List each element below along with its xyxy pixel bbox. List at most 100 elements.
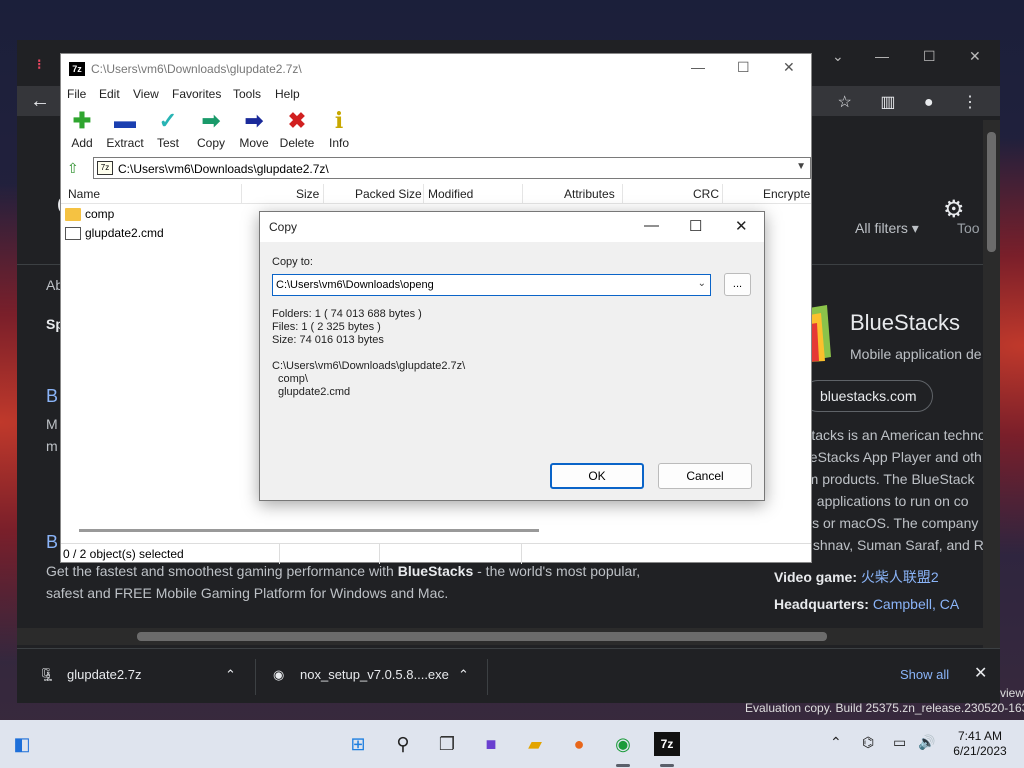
tools-button[interactable]: Too: [957, 220, 980, 236]
address-bar: ⇧ 7z C:\Users\vm6\Downloads\glupdate2.7z…: [61, 157, 811, 181]
delete-x-icon: ✖: [287, 108, 307, 133]
browser-minimize-icon[interactable]: —: [875, 48, 889, 64]
search-icon[interactable]: ⚲: [390, 732, 416, 756]
source-item: comp\: [278, 373, 308, 385]
menu-bar: File Edit View Favorites Tools Help: [61, 84, 811, 104]
list-item[interactable]: comp: [65, 207, 114, 225]
test-button[interactable]: ✓ Test: [144, 106, 192, 150]
list-item[interactable]: glupdate2.cmd: [65, 226, 164, 244]
dialog-title: Copy: [269, 220, 298, 234]
knowledge-panel-description: Stacks is an American techno ueStacks Ap…: [802, 427, 986, 553]
ok-button[interactable]: OK: [550, 463, 644, 489]
column-encrypted[interactable]: Encrypte: [763, 187, 810, 201]
cancel-button[interactable]: Cancel: [658, 463, 752, 489]
close-icon[interactable]: ✕: [783, 59, 795, 76]
chevron-up-icon[interactable]: ⌃: [225, 667, 236, 683]
folder-icon: [65, 208, 81, 222]
knowledge-panel-title: BlueStacks: [850, 310, 961, 335]
address-input[interactable]: 7z C:\Users\vm6\Downloads\glupdate2.7z\ …: [93, 157, 811, 179]
all-filters-button[interactable]: All filters ▾: [855, 220, 919, 237]
menu-edit[interactable]: Edit: [99, 87, 120, 101]
sevenzip-app-icon: 7z: [69, 62, 85, 76]
task-view-icon[interactable]: ❐: [434, 732, 460, 756]
close-shelf-icon[interactable]: ✕: [974, 663, 987, 683]
menu-favorites[interactable]: Favorites: [172, 87, 221, 101]
column-crc[interactable]: CRC: [693, 187, 719, 201]
column-size[interactable]: Size: [296, 187, 319, 201]
status-bar: 0 / 2 object(s) selected: [61, 543, 811, 564]
column-attributes[interactable]: Attributes: [564, 187, 615, 201]
source-item: glupdate2.cmd: [278, 386, 351, 398]
copy-button[interactable]: ➡ Copy: [187, 106, 235, 150]
download-item-nox[interactable]: nox_setup_v7.0.5.8....exe: [300, 667, 449, 682]
file-explorer-icon[interactable]: ▰: [522, 732, 548, 756]
column-modified[interactable]: Modified: [428, 187, 473, 201]
page-horizontal-scrollbar[interactable]: [17, 628, 983, 645]
sevenzip-taskbar-icon[interactable]: 7z: [654, 732, 680, 756]
maximize-icon[interactable]: ☐: [689, 217, 702, 235]
close-icon[interactable]: ✕: [735, 217, 748, 235]
check-icon: ✓: [158, 108, 178, 133]
browser-close-icon[interactable]: ✕: [969, 48, 981, 65]
destination-value: C:\Users\vm6\Downloads\openg: [276, 279, 434, 291]
website-chip[interactable]: bluestacks.com: [802, 380, 934, 412]
copy-dialog: Copy — ☐ ✕ Copy to: C:\Users\vm6\Downloa…: [259, 211, 765, 501]
chevron-down-icon[interactable]: ▼: [796, 161, 806, 172]
sevenzip-titlebar: 7z C:\Users\vm6\Downloads\glupdate2.7z\ …: [61, 54, 811, 84]
folders-info: Folders: 1 ( 74 013 688 bytes ): [272, 308, 422, 320]
menu-file[interactable]: File: [67, 87, 86, 101]
folder-up-icon[interactable]: ⇧: [67, 160, 79, 177]
result-link-fragment[interactable]: B: [46, 386, 58, 407]
tab-favicon-icon[interactable]: ⁝: [37, 56, 41, 73]
move-button[interactable]: ➡ Move: [230, 106, 278, 150]
add-button[interactable]: ✚ Add: [58, 106, 106, 150]
evaluation-watermark: Evaluation copy. Build 25375.zn_release.…: [745, 701, 1024, 715]
files-info: Files: 1 ( 2 325 bytes ): [272, 321, 381, 333]
chrome-icon[interactable]: ◉: [610, 732, 636, 756]
result-link-fragment[interactable]: B: [46, 532, 58, 553]
size-info: Size: 74 016 013 bytes: [272, 334, 384, 346]
extract-button[interactable]: ▬ Extract: [101, 106, 149, 150]
result-fragment: M: [46, 416, 58, 432]
file-list-scrollbar[interactable]: [79, 529, 539, 532]
tab-search-chevron-icon[interactable]: ⌄: [832, 48, 844, 65]
result-fragment: m: [46, 438, 58, 454]
fact-link[interactable]: Campbell, CA: [873, 596, 959, 612]
display-icon[interactable]: ▭: [893, 734, 906, 751]
chevron-up-icon[interactable]: ⌃: [458, 667, 469, 683]
copy-to-label: Copy to:: [272, 256, 313, 268]
download-item-glupdate[interactable]: glupdate2.7z: [67, 667, 141, 682]
column-name[interactable]: Name: [68, 187, 100, 201]
minimize-icon[interactable]: —: [644, 217, 659, 234]
destination-combobox[interactable]: C:\Users\vm6\Downloads\openg ⌄: [272, 274, 711, 296]
firefox-icon[interactable]: ●: [566, 732, 592, 756]
network-icon[interactable]: ⌬: [862, 734, 874, 751]
result-snippet: Get the fastest and smoothest gaming per…: [46, 563, 641, 601]
menu-view[interactable]: View: [133, 87, 159, 101]
info-button[interactable]: i Info: [315, 106, 363, 150]
volume-icon[interactable]: 🔊: [918, 734, 935, 751]
column-packed-size[interactable]: Packed Size: [355, 187, 422, 201]
chat-icon[interactable]: ■: [478, 732, 504, 756]
clock[interactable]: 7:41 AM 6/21/2023: [950, 729, 1010, 759]
back-arrow-icon[interactable]: ←: [30, 90, 50, 113]
cmd-file-icon: [65, 227, 81, 241]
minus-icon: ▬: [114, 108, 136, 133]
chevron-down-icon[interactable]: ⌄: [698, 278, 706, 289]
download-file-icon: 🗜: [39, 667, 56, 682]
move-arrow-icon: ➡: [244, 108, 264, 133]
menu-help[interactable]: Help: [275, 87, 300, 101]
show-all-button[interactable]: Show all: [900, 667, 949, 682]
knowledge-panel-subtitle: Mobile application de: [850, 346, 982, 362]
widgets-icon[interactable]: ◧: [9, 732, 35, 756]
fact-link[interactable]: 火柴人联盟2: [861, 569, 939, 585]
start-icon[interactable]: ⊞: [345, 732, 371, 756]
menu-tools[interactable]: Tools: [233, 87, 261, 101]
minimize-icon[interactable]: —: [691, 59, 705, 75]
browser-maximize-icon[interactable]: ☐: [923, 48, 936, 65]
delete-button[interactable]: ✖ Delete: [273, 106, 321, 150]
tray-chevron-icon[interactable]: ⌃: [830, 734, 842, 751]
page-vertical-scrollbar[interactable]: [983, 120, 1000, 668]
browse-button[interactable]: ...: [724, 273, 751, 296]
maximize-icon[interactable]: ☐: [737, 59, 750, 76]
